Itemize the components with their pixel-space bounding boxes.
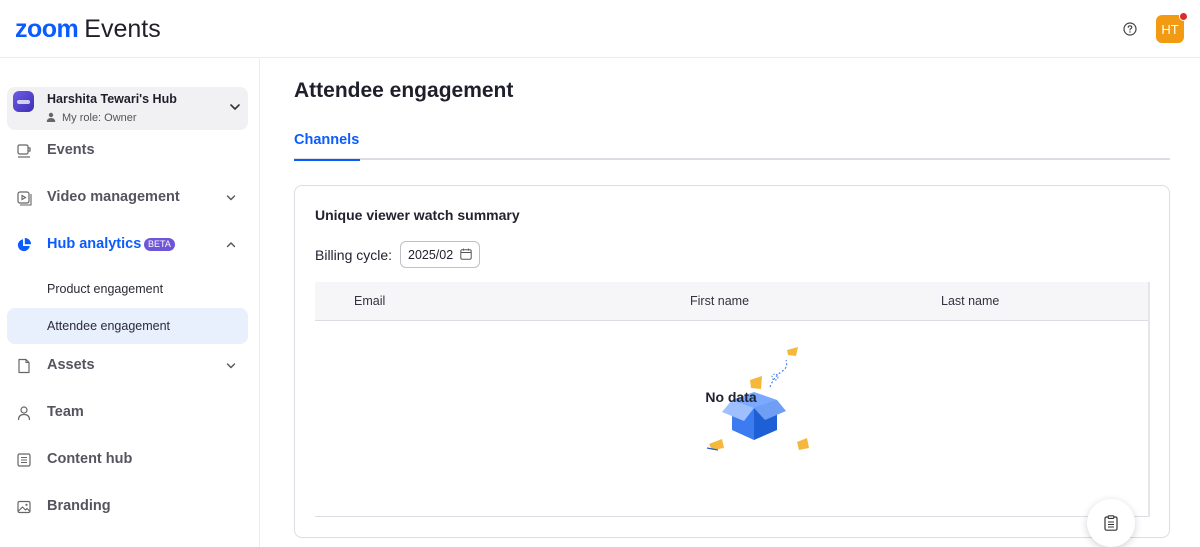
main-content: Attendee engagement Channels Unique view… <box>261 59 1200 547</box>
person-icon <box>46 112 56 122</box>
sidebar-subitem-label: Product engagement <box>47 282 164 296</box>
tab-label: Channels <box>294 132 360 148</box>
sidebar-item-content-hub[interactable]: Content hub <box>0 445 259 475</box>
video-icon <box>17 191 32 206</box>
sidebar-subitem-label: Attendee engagement <box>47 319 171 333</box>
sidebar-item-label: Hub analytics <box>47 236 142 252</box>
page-title: Attendee engagement <box>294 79 514 102</box>
sidebar-item-team[interactable]: Team <box>0 398 259 428</box>
zoom-events-logo[interactable]: zoom Events <box>15 15 161 43</box>
beta-badge: BETA <box>144 238 175 251</box>
calendar-icon <box>460 248 472 260</box>
hub-name: Harshita Tewari's Hub <box>47 92 177 106</box>
sidebar-item-label: Branding <box>47 498 111 514</box>
chevron-down-icon <box>230 104 240 110</box>
image-icon <box>17 500 31 514</box>
hub-switcher[interactable]: Harshita Tewari's Hub My role: Owner <box>7 87 248 130</box>
billing-cycle-value: 2025/02 <box>408 248 454 262</box>
column-header-email[interactable]: Email <box>354 294 385 308</box>
sidebar-subitem-attendee-engagement[interactable]: Attendee engagement <box>7 308 248 344</box>
events-icon <box>17 144 31 158</box>
avatar-initials: HT <box>1161 21 1179 37</box>
table-header: Email First name Last name <box>315 282 1150 321</box>
sidebar: Harshita Tewari's Hub My role: Owner Eve… <box>0 59 260 547</box>
sidebar-item-label: Video management <box>47 189 180 205</box>
column-header-first-name[interactable]: First name <box>690 294 749 308</box>
sidebar-item-branding[interactable]: Branding <box>0 492 259 522</box>
sidebar-item-events[interactable]: Events <box>0 136 259 166</box>
pie-chart-icon <box>17 237 32 252</box>
hub-logo-icon <box>13 91 34 112</box>
chevron-down-icon <box>226 195 236 201</box>
hub-role: My role: Owner <box>62 112 137 124</box>
chevron-down-icon <box>226 363 236 369</box>
sidebar-item-video-management[interactable]: Video management <box>0 183 259 213</box>
tab-bar: Channels <box>294 130 1170 162</box>
column-header-last-name[interactable]: Last name <box>941 294 999 308</box>
floating-action-button[interactable] <box>1087 499 1135 547</box>
sidebar-subitem-product-engagement[interactable]: Product engagement <box>7 271 248 307</box>
file-icon <box>18 358 30 374</box>
clipboard-icon <box>1104 515 1118 531</box>
sidebar-item-label: Assets <box>47 357 95 373</box>
logo-zoom: zoom <box>15 15 79 43</box>
sidebar-item-hub-analytics[interactable]: Hub analytics BETA <box>0 230 259 260</box>
billing-cycle-picker[interactable]: 2025/02 <box>400 241 480 268</box>
sidebar-item-label: Events <box>47 142 95 158</box>
empty-state-text: No data <box>705 389 757 405</box>
sidebar-item-assets[interactable]: Assets <box>0 351 259 381</box>
sidebar-item-label: Team <box>47 404 84 420</box>
logo-events: Events <box>84 15 161 43</box>
help-circle-icon[interactable] <box>1123 22 1137 36</box>
tab-active-indicator <box>294 159 360 161</box>
sidebar-item-label: Content hub <box>47 451 133 467</box>
list-icon <box>17 453 31 467</box>
notification-dot <box>1179 12 1188 21</box>
billing-cycle-label: Billing cycle: <box>315 247 393 263</box>
tab-channels[interactable]: Channels <box>294 132 360 162</box>
card-title: Unique viewer watch summary <box>315 207 520 223</box>
top-bar: zoom Events HT <box>0 0 1200 58</box>
watch-summary-card: Unique viewer watch summary Billing cycl… <box>294 185 1170 538</box>
chevron-up-icon <box>226 242 236 248</box>
person-icon <box>17 406 31 421</box>
